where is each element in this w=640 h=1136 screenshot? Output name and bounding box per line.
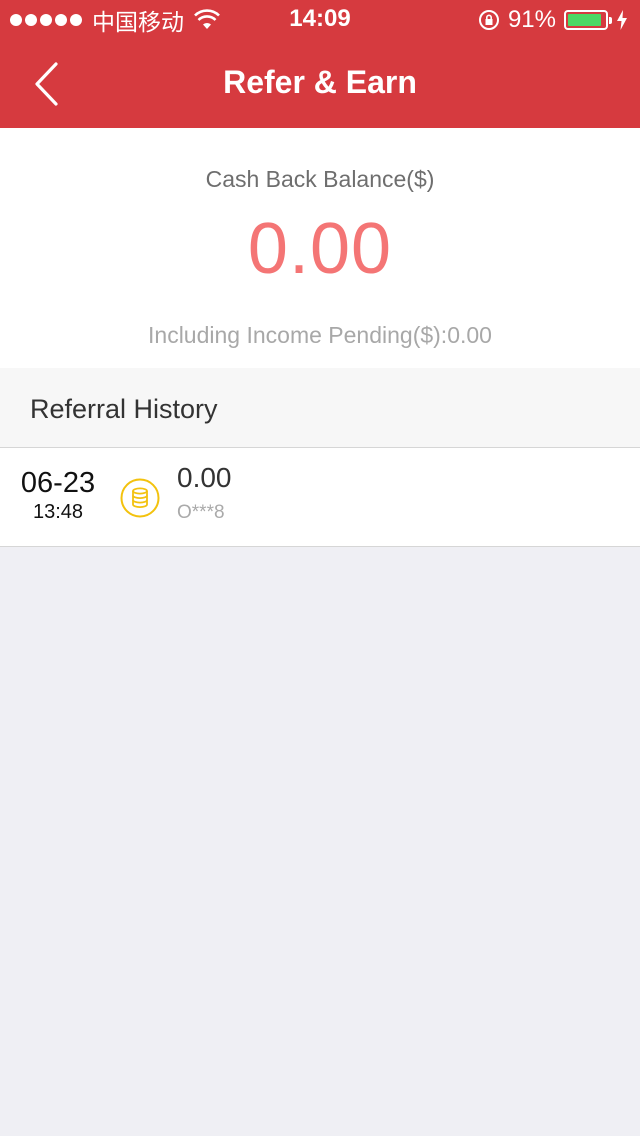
battery-icon bbox=[564, 10, 612, 30]
referral-history-title: Referral History bbox=[30, 394, 218, 424]
referral-user: O***8 bbox=[177, 502, 225, 523]
battery-percent: 91% bbox=[507, 6, 556, 33]
referral-date: 06-23 bbox=[20, 467, 96, 499]
rotation-lock-icon bbox=[478, 10, 499, 30]
page-title: Refer & Earn bbox=[223, 64, 417, 100]
referral-history-header: Referral History bbox=[0, 368, 640, 448]
balance-panel: Cash Back Balance($) 0.00 Including Inco… bbox=[0, 128, 640, 368]
coin-stack-icon bbox=[120, 478, 160, 518]
referral-amount: 0.00 bbox=[177, 462, 232, 493]
balance-label: Cash Back Balance($) bbox=[205, 166, 435, 192]
referral-history-row[interactable]: 06-23 13:48 0.00 O***8 bbox=[0, 448, 640, 547]
status-bar: 中国移动 14:09 91% bbox=[0, 0, 640, 40]
charging-bolt-icon bbox=[617, 10, 627, 30]
status-right: 91% bbox=[478, 6, 628, 34]
referral-datetime: 06-23 13:48 bbox=[10, 466, 106, 524]
referral-time: 13:48 bbox=[32, 501, 84, 523]
navigation-bar: Refer & Earn bbox=[0, 40, 640, 128]
screen: 中国移动 14:09 91% Refer & Earn Cash Back Ba… bbox=[0, 0, 640, 1136]
top-bar: 中国移动 14:09 91% Refer & Earn bbox=[0, 0, 640, 128]
pending-income: Including Income Pending($):0.00 bbox=[148, 322, 492, 348]
balance-amount: 0.00 bbox=[247, 209, 393, 289]
